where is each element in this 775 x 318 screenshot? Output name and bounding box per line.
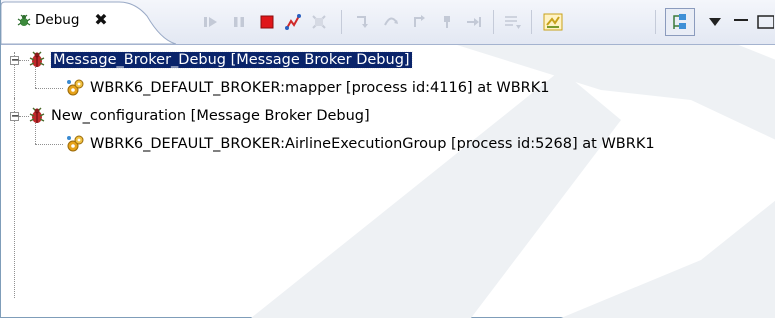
tree-connector bbox=[14, 98, 15, 298]
toolbar-separator bbox=[531, 10, 532, 34]
tree-item-label: New_configuration [Message Broker Debug] bbox=[51, 108, 370, 124]
tree-item-launch[interactable]: Message_Broker_Debug [Message Broker Deb… bbox=[50, 49, 413, 73]
collapse-toggle[interactable]: − bbox=[10, 112, 19, 122]
tree-item-label: WBRK6_DEFAULT_BROKER:AirlineExecutionGro… bbox=[90, 136, 655, 152]
tree-item-process[interactable]: WBRK6_DEFAULT_BROKER:AirlineExecutionGro… bbox=[90, 133, 655, 157]
step-over-icon[interactable] bbox=[381, 12, 401, 32]
close-icon[interactable]: ✖ bbox=[93, 10, 109, 30]
drop-to-frame-icon[interactable] bbox=[437, 12, 457, 32]
debug-view: Debug ✖ − Message_Broker_Debug [Message … bbox=[0, 0, 775, 318]
bug-icon bbox=[15, 12, 33, 30]
debug-tree: − Message_Broker_Debug [Message Broker D… bbox=[1, 46, 775, 316]
terminate-icon[interactable] bbox=[257, 12, 277, 32]
view-menu-icon[interactable] bbox=[705, 12, 725, 32]
tree-connector bbox=[35, 144, 63, 145]
broker-gears-icon bbox=[65, 78, 85, 98]
view-title-bar: Debug ✖ bbox=[1, 0, 775, 45]
tab-debug-label: Debug bbox=[35, 12, 80, 28]
minimize-icon[interactable] bbox=[731, 12, 751, 32]
use-step-filters-icon[interactable] bbox=[503, 12, 523, 32]
suspend-icon[interactable] bbox=[229, 12, 249, 32]
toolbar-separator bbox=[493, 10, 494, 34]
flow-debug-icon[interactable] bbox=[543, 12, 563, 32]
toolbar-separator bbox=[655, 10, 656, 34]
resume-icon[interactable] bbox=[201, 12, 221, 32]
step-into-icon[interactable] bbox=[353, 12, 373, 32]
tree-item-label: Message_Broker_Debug [Message Broker Deb… bbox=[50, 51, 413, 69]
tab-debug[interactable]: Debug ✖ bbox=[1, 0, 176, 44]
tree-connector bbox=[35, 88, 63, 89]
disconnect-icon[interactable] bbox=[283, 12, 303, 32]
run-to-line-icon[interactable] bbox=[463, 12, 483, 32]
debug-launch-icon bbox=[27, 106, 47, 126]
remove-terminated-icon[interactable] bbox=[309, 12, 329, 32]
tree-item-process[interactable]: WBRK6_DEFAULT_BROKER:mapper [process id:… bbox=[90, 77, 549, 101]
toolbar-separator bbox=[341, 10, 342, 34]
step-return-icon[interactable] bbox=[409, 12, 429, 32]
tree-item-label: WBRK6_DEFAULT_BROKER:mapper [process id:… bbox=[90, 80, 550, 96]
broker-gears-icon bbox=[65, 134, 85, 154]
maximize-icon[interactable] bbox=[755, 12, 775, 32]
show-qualified-names-icon[interactable] bbox=[670, 12, 690, 32]
collapse-toggle[interactable]: − bbox=[10, 56, 19, 66]
tree-item-launch[interactable]: New_configuration [Message Broker Debug] bbox=[51, 105, 370, 129]
debug-launch-icon bbox=[27, 50, 47, 70]
